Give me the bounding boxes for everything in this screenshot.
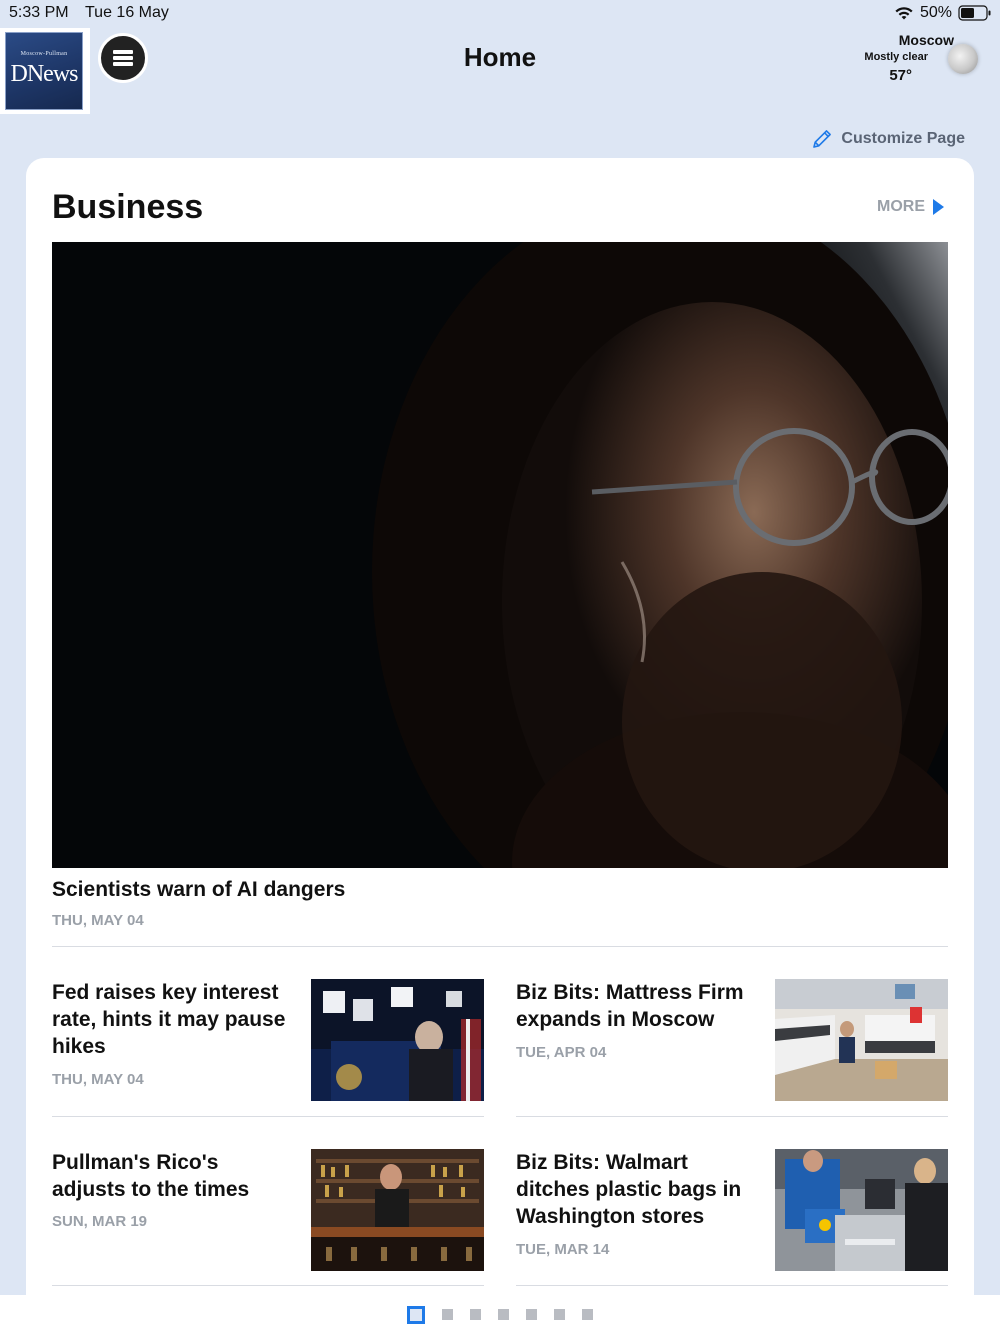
divider: [516, 1116, 948, 1117]
story-item[interactable]: Pullman's Rico's adjusts to the times SU…: [52, 1149, 484, 1271]
business-section-card: Business MORE Scientists warn of AI dang…: [26, 158, 974, 1334]
customize-page-button[interactable]: Customize Page: [811, 128, 965, 150]
story-item[interactable]: Biz Bits: Walmart ditches plastic bags i…: [516, 1149, 948, 1271]
wifi-icon: [895, 7, 913, 20]
story-date: SUN, MAR 19: [52, 1213, 148, 1230]
page-indicator: [0, 1295, 1000, 1334]
story-date: TUE, APR 04: [516, 1044, 607, 1061]
hero-story-image[interactable]: [52, 242, 948, 868]
hamburger-icon: [113, 50, 133, 66]
weather-condition: Mostly clear: [864, 51, 928, 63]
story-item[interactable]: Biz Bits: Mattress Firm expands in Mosco…: [516, 979, 948, 1101]
portrait-photo: [52, 242, 948, 868]
weather-temperature: 57°: [889, 67, 912, 84]
weather-city: Moscow: [898, 32, 954, 48]
more-label: MORE: [877, 198, 925, 215]
page-dot[interactable]: [582, 1309, 593, 1320]
logo-title: DNews: [10, 61, 79, 87]
play-arrow-icon: [933, 199, 944, 215]
page-dot[interactable]: [442, 1309, 453, 1320]
story-date: THU, MAY 04: [52, 1071, 144, 1088]
logo-subtitle: Moscow-Pullman: [20, 51, 68, 57]
status-bar: 5:33 PM Tue 16 May 50%: [0, 0, 1000, 28]
menu-button[interactable]: [98, 33, 148, 83]
divider: [52, 946, 948, 947]
page-title: Home: [463, 42, 537, 72]
divider: [52, 1116, 484, 1117]
page-dot[interactable]: [498, 1309, 509, 1320]
pencil-icon: [813, 130, 832, 148]
section-title: Business: [52, 188, 204, 226]
status-time: 5:33 PM: [9, 4, 69, 21]
story-date: TUE, MAR 14: [516, 1241, 610, 1258]
battery-percent: 50%: [919, 4, 952, 21]
page-dot-active[interactable]: [407, 1305, 425, 1324]
status-indicators: 50%: [894, 4, 992, 22]
hero-headline[interactable]: Scientists warn of AI dangers: [52, 878, 345, 902]
story-thumbnail: [311, 1149, 484, 1271]
story-headline: Biz Bits: Walmart ditches plastic bags i…: [516, 1151, 742, 1228]
moon-icon: [948, 44, 978, 74]
story-item[interactable]: Fed raises key interest rate, hints it m…: [52, 979, 484, 1101]
story-headline: Pullman's Rico's adjusts to the times: [52, 1151, 250, 1201]
story-headline: Fed raises key interest rate, hints it m…: [52, 981, 286, 1058]
divider: [52, 1285, 484, 1286]
page-dot[interactable]: [554, 1309, 565, 1320]
battery-icon: [958, 5, 991, 21]
story-thumbnail: [775, 979, 948, 1101]
divider: [516, 1285, 948, 1286]
dnews-logo[interactable]: Moscow-Pullman DNews: [0, 28, 90, 114]
hero-date: THU, MAY 04: [52, 912, 144, 929]
page-dot[interactable]: [470, 1309, 481, 1320]
story-thumbnail: [311, 979, 484, 1101]
weather-widget[interactable]: Moscow Mostly clear 57°: [858, 32, 978, 88]
story-headline: Biz Bits: Mattress Firm expands in Mosco…: [516, 981, 744, 1031]
more-link[interactable]: MORE: [877, 198, 944, 216]
app-header: Moscow-Pullman DNews Home Moscow Mostly …: [0, 28, 1000, 114]
page-dot[interactable]: [526, 1309, 537, 1320]
customize-label: Customize Page: [841, 130, 965, 147]
status-date: Tue 16 May: [85, 4, 169, 21]
story-thumbnail: [775, 1149, 948, 1271]
